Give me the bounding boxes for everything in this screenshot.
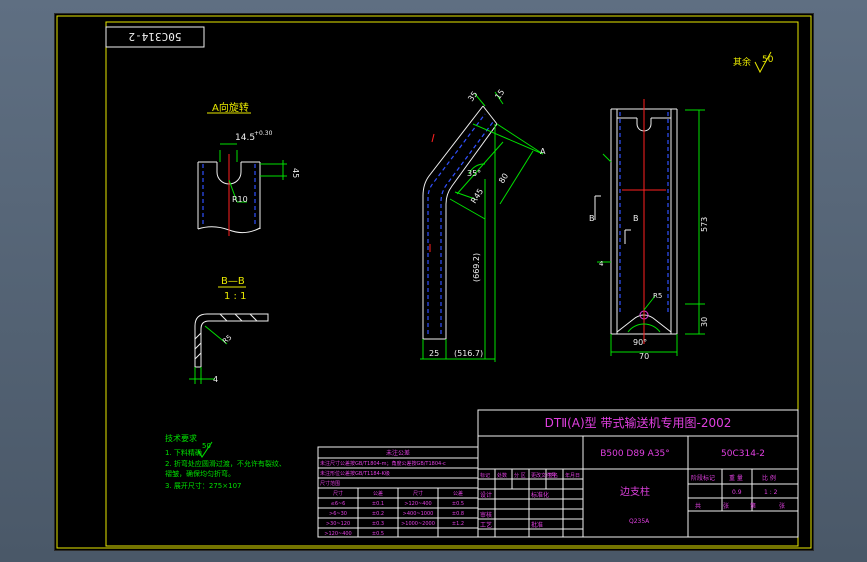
dim-25: 25 xyxy=(429,349,439,358)
dim-80: 80 xyxy=(497,172,510,185)
dim-35: 35 xyxy=(466,90,479,104)
angle-90: 90° xyxy=(633,338,647,347)
tolerance-cell: ±0.3 xyxy=(372,521,384,527)
scale-value: 1 : 2 xyxy=(764,489,778,496)
dim-5167: (516.7) xyxy=(454,349,483,358)
tolerance-cell: ±0.5 xyxy=(372,531,384,537)
tolerance-cell: ±0.5 xyxy=(452,501,464,507)
section-drawing xyxy=(189,313,269,384)
dim-573: 573 xyxy=(700,217,709,232)
tolerance-cell: ±0.1 xyxy=(372,501,384,507)
dim-width-145: 14.5 xyxy=(235,133,255,143)
grid-label: 签名 xyxy=(548,472,558,479)
grid-label: 年月日 xyxy=(565,472,580,479)
check-label: 审核 xyxy=(480,511,492,519)
scale-label: 比 例 xyxy=(762,474,776,482)
tolerance-note2: 未注形位公差按GB/T1184-K级 xyxy=(320,470,390,477)
notes-line3: 3. 展开尺寸：275×107 xyxy=(165,481,242,490)
dim-45: 45 xyxy=(291,168,300,178)
dim-r5-right: R5 xyxy=(653,292,662,300)
notes-line2: 2. 折弯处应圆滑过渡，不允许有裂纹、 xyxy=(165,459,286,468)
tolerance-note1: 未注尺寸公差按GB/T1804-m；角度公差按GB/T1804-c xyxy=(320,460,446,467)
view-a-drawing xyxy=(197,143,287,236)
tolerance-cell: >120~400 xyxy=(324,531,351,537)
drawing-sheet: 50C314-2 其余 50 A向旋转 14.5 +0.30 45 R10 B—… xyxy=(56,15,812,549)
tolerance-cell: ±1.2 xyxy=(452,521,464,527)
grid-label: 标记 xyxy=(480,472,490,479)
grid-label: 处数 xyxy=(497,472,507,479)
tolerance-cell: ±0.2 xyxy=(372,511,384,517)
title-material: Q235A xyxy=(629,518,650,525)
tolerance-cell: >30~120 xyxy=(326,521,350,527)
tolerance-header: 尺寸 xyxy=(413,490,423,497)
stamp-code: 50C314-2 xyxy=(129,30,182,43)
section-scale: 1 : 1 xyxy=(224,291,246,302)
dim-thick-4: 4 xyxy=(213,375,218,384)
roughness-value: 50 xyxy=(762,55,774,65)
dim-r45: R45 xyxy=(469,187,485,205)
tolerance-cell: >6~30 xyxy=(329,511,347,517)
tolerance-cell: >400~1000 xyxy=(403,511,434,517)
stage-label: 阶段标记 xyxy=(691,474,715,482)
std-label: 标准化 xyxy=(531,491,549,499)
cad-drawing-viewport[interactable]: 50C314-2 其余 50 A向旋转 14.5 +0.30 45 R10 B—… xyxy=(54,13,814,551)
dim-4-right: 4 xyxy=(599,260,604,268)
process-label: 工艺 xyxy=(480,521,492,529)
dim-r10: R10 xyxy=(232,195,248,204)
tolerance-col-label: 尺寸范围 xyxy=(320,480,340,487)
section-title: B—B xyxy=(221,276,245,287)
label-b2: B xyxy=(633,214,639,223)
side-view-drawing xyxy=(594,99,705,356)
tolerance-title: 未注公差 xyxy=(386,449,410,457)
design-label: 设计 xyxy=(480,491,492,499)
sheet-total-label: 共 xyxy=(695,502,701,510)
tolerance-cell: ≤6~6 xyxy=(331,501,346,507)
tolerance-rows: ≤6~6 ±0.1 >120~400 ±0.5 >6~30 ±0.2 >400~1000 ±0… xyxy=(324,501,464,537)
view-a-title: A向旋转 xyxy=(212,101,249,114)
angle-35: 35° xyxy=(467,169,481,178)
title-spec: B500 D89 A35° xyxy=(600,449,670,459)
dim-tol-145: +0.30 xyxy=(254,130,273,137)
notes-title: 技术要求 xyxy=(165,433,197,443)
sheet-unit2-label: 张 xyxy=(779,502,785,510)
sheet-no-label: 第 xyxy=(750,502,756,510)
title-code: 50C314-2 xyxy=(721,449,765,459)
dim-len-6692: (669.2) xyxy=(472,253,481,282)
title-part-name: 边支柱 xyxy=(620,485,650,498)
roughness-label: 其余 xyxy=(733,56,751,68)
dim-15: 15 xyxy=(493,88,506,102)
dim-30: 30 xyxy=(700,317,709,327)
grid-label: 分 区 xyxy=(514,472,526,479)
tolerance-header: 公差 xyxy=(453,490,463,497)
sheet-unit-label: 张 xyxy=(723,502,729,510)
weight-label: 重 量 xyxy=(729,474,743,482)
tolerance-cell: >1000~2000 xyxy=(401,521,435,527)
notes-line1: 1. 下料精确 xyxy=(165,448,202,457)
title-main: DTⅡ(A)型 带式输送机专用图-2002 xyxy=(545,415,732,430)
tolerance-header: 尺寸 xyxy=(333,490,343,497)
dim-r5-left: R5 xyxy=(221,333,233,345)
weight-value: 0.9 xyxy=(732,489,742,496)
tolerance-cell: ±0.8 xyxy=(452,511,464,517)
notes-line2b: 褶皱，确保均匀折弯。 xyxy=(165,469,235,478)
tolerance-cell: >120~400 xyxy=(404,501,431,507)
tolerance-header: 公差 xyxy=(373,490,383,497)
dim-70: 70 xyxy=(639,352,649,361)
approve-label: 批准 xyxy=(531,521,543,529)
bent-part-drawing xyxy=(420,91,544,362)
label-b1: B xyxy=(589,214,595,223)
label-a: A xyxy=(540,147,546,156)
